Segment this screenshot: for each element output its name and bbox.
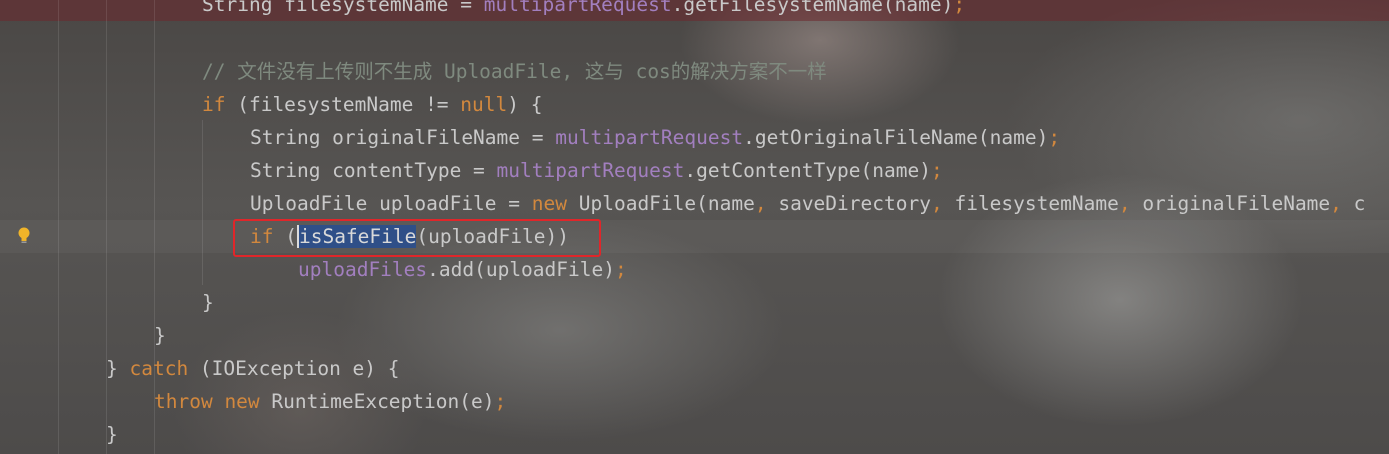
code-token: String originalFileName =: [250, 126, 556, 149]
code-token: ;: [1048, 126, 1061, 149]
code-token: uploadFiles: [298, 258, 428, 281]
caret-line-highlight: [0, 220, 1389, 253]
code-token: RuntimeException(e): [259, 390, 495, 413]
code-token: ;: [614, 258, 627, 281]
code-token: filesystemName: [942, 192, 1119, 215]
code-token: null: [460, 93, 508, 116]
code-token: throw new: [154, 390, 260, 413]
code-token: new: [531, 192, 567, 215]
code-line[interactable]: UploadFile uploadFile = new UploadFile(n…: [250, 187, 1365, 220]
code-token: multipartRequest: [483, 0, 672, 16]
lightbulb-icon[interactable]: [17, 227, 31, 245]
code-line[interactable]: }: [202, 286, 214, 319]
code-token: ;: [494, 390, 507, 413]
code-token: String contentType =: [250, 159, 497, 182]
code-line[interactable]: }: [154, 319, 166, 352]
code-token: ,: [754, 192, 767, 215]
indent-guide: [58, 0, 59, 454]
code-token: catch: [129, 357, 189, 380]
code-token: saveDirectory: [766, 192, 931, 215]
code-token: (filesystemName !=: [225, 93, 461, 116]
code-token: if: [202, 93, 226, 116]
code-token: multipartRequest: [496, 159, 685, 182]
code-line[interactable]: if (filesystemName != null) {: [202, 88, 543, 121]
code-token: ,: [1330, 192, 1342, 215]
code-token: ;: [953, 0, 966, 16]
annotation-highlight-box: [233, 219, 601, 257]
code-token: multipartRequest: [555, 126, 744, 149]
code-line[interactable]: }: [106, 418, 118, 451]
code-token: .getFilesystemName(name): [671, 0, 954, 16]
code-token: c: [1341, 192, 1366, 215]
code-token: }: [154, 324, 166, 347]
code-line[interactable]: String originalFileName = multipartReque…: [250, 121, 1060, 154]
code-line[interactable]: throw new RuntimeException(e);: [154, 385, 506, 418]
code-token: }: [202, 291, 214, 314]
code-line[interactable]: uploadFiles.add(uploadFile);: [298, 253, 627, 286]
code-token: .getContentType(name): [684, 159, 931, 182]
code-line[interactable]: // 文件没有上传则不生成 UploadFile, 这与 cos的解决方案不一样: [202, 55, 827, 88]
code-token: (IOException e) {: [188, 357, 400, 380]
code-token: originalFileName: [1130, 192, 1331, 215]
code-token: ,: [930, 192, 943, 215]
code-token: UploadFile(name: [567, 192, 755, 215]
code-line[interactable]: String contentType = multipartRequest.ge…: [250, 154, 943, 187]
code-token: }: [106, 423, 118, 446]
code-token: String filesystemName =: [202, 0, 484, 16]
code-token: }: [106, 357, 130, 380]
code-line[interactable]: } catch (IOException e) {: [106, 352, 400, 385]
indent-guide: [202, 120, 203, 285]
code-token: ) {: [507, 93, 543, 116]
code-token: .add(uploadFile): [427, 258, 615, 281]
code-token: ,: [1118, 192, 1131, 215]
code-token: UploadFile uploadFile =: [250, 192, 532, 215]
code-line[interactable]: String filesystemName = multipartRequest…: [202, 0, 965, 21]
code-token: .getOriginalFileName(name): [743, 126, 1049, 149]
code-token: // 文件没有上传则不生成 UploadFile, 这与 cos的解决方案不一样: [202, 60, 827, 83]
indent-guide: [106, 0, 107, 454]
code-token: ;: [930, 159, 943, 182]
